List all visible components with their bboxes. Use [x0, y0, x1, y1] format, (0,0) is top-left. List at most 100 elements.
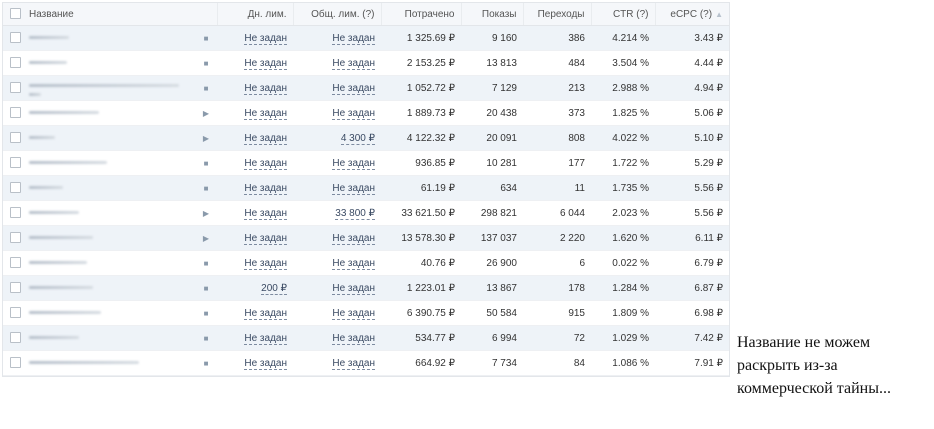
column-header-total-limit[interactable]: Общ. лим. (?) — [292, 3, 381, 26]
table-row[interactable]: ■ Не задан Не задан 936.85 ₽10 281 177 1.722 … — [3, 150, 729, 176]
daily-limit-link[interactable]: Не задан — [244, 32, 287, 45]
row-select-cell — [3, 175, 27, 201]
column-header-spent[interactable]: Потрачено — [380, 3, 461, 26]
total-limit-link[interactable]: Не задан — [332, 232, 375, 245]
sort-ascending-icon[interactable]: ▲ — [715, 10, 723, 19]
table-row[interactable]: ■ Не задан Не задан 664.92 ₽7 734 84 1.086 % 7… — [3, 350, 729, 376]
column-header-ctr[interactable]: CTR (?) — [590, 3, 655, 26]
play-icon[interactable]: ▶ — [195, 225, 217, 251]
clicks-cell: 11 — [523, 175, 591, 201]
play-icon[interactable]: ▶ — [195, 100, 217, 126]
stop-icon[interactable]: ■ — [195, 325, 217, 351]
total-limit-link[interactable]: Не задан — [332, 182, 375, 195]
stop-icon[interactable]: ■ — [195, 150, 217, 176]
table-row[interactable]: ▶ Не задан 33 800 ₽ 33 621.50 ₽298 821 6 044… — [3, 200, 729, 226]
stop-icon[interactable]: ■ — [195, 75, 217, 101]
row-checkbox[interactable] — [9, 182, 21, 194]
table-row[interactable]: ■ Не задан Не задан 1 052.72 ₽7 129 213 2.988… — [3, 75, 729, 101]
play-icon[interactable]: ▶ — [195, 125, 217, 151]
total-limit-link[interactable]: Не задан — [332, 332, 375, 345]
total-limit-link[interactable]: Не задан — [332, 307, 375, 320]
total-limit-link[interactable]: Не задан — [332, 57, 375, 70]
campaign-name-cell[interactable] — [27, 100, 195, 126]
stop-icon[interactable]: ■ — [195, 350, 217, 376]
daily-limit-link[interactable]: Не задан — [244, 182, 287, 195]
daily-limit-link[interactable]: Не задан — [244, 332, 287, 345]
table-row[interactable]: ■ Не задан Не задан 2 153.25 ₽13 813 484 3.50… — [3, 50, 729, 76]
stop-icon[interactable]: ■ — [195, 275, 217, 301]
daily-limit-link[interactable]: Не задан — [244, 307, 287, 320]
campaign-name-cell[interactable] — [27, 75, 195, 101]
row-checkbox[interactable] — [9, 232, 21, 244]
row-checkbox[interactable] — [9, 107, 21, 119]
daily-limit-link[interactable]: Не задан — [244, 57, 287, 70]
row-checkbox[interactable] — [9, 307, 21, 319]
campaigns-table: Название Дн. лим. Общ. лим. (?) Потрачен… — [3, 3, 729, 376]
ecpc-cell: 7.42 ₽ — [655, 325, 729, 351]
daily-limit-link[interactable]: Не задан — [244, 357, 287, 370]
column-header-name[interactable]: Название — [27, 3, 195, 26]
table-row[interactable]: ▶ Не задан Не задан 1 889.73 ₽20 438 373 1.82… — [3, 100, 729, 126]
campaign-name-cell[interactable] — [27, 325, 195, 351]
stop-icon[interactable]: ■ — [195, 300, 217, 326]
table-row[interactable]: ■ Не задан Не задан 61.19 ₽634 11 1.735 % 5.56… — [3, 175, 729, 201]
campaign-name-cell[interactable] — [27, 175, 195, 201]
table-row[interactable]: ■ Не задан Не задан 6 390.75 ₽50 584 915 1.80… — [3, 300, 729, 326]
campaign-name-cell[interactable] — [27, 25, 195, 51]
spent-cell: 1 325.69 ₽ — [381, 25, 461, 51]
campaign-name-cell[interactable] — [27, 250, 195, 276]
row-checkbox[interactable] — [9, 157, 21, 169]
campaign-name-cell[interactable] — [27, 150, 195, 176]
campaign-name-cell[interactable] — [27, 300, 195, 326]
table-row[interactable]: ■ Не задан Не задан 1 325.69 ₽9 160 386 4.214… — [3, 25, 729, 51]
select-all-checkbox[interactable] — [9, 8, 21, 20]
total-limit-link[interactable]: Не задан — [332, 257, 375, 270]
daily-limit-link[interactable]: Не задан — [244, 257, 287, 270]
campaign-name-cell[interactable] — [27, 50, 195, 76]
row-checkbox[interactable] — [9, 257, 21, 269]
row-checkbox[interactable] — [9, 332, 21, 344]
total-limit-link[interactable]: 4 300 ₽ — [340, 132, 375, 145]
column-header-clicks[interactable]: Переходы — [522, 3, 591, 26]
campaign-name-cell[interactable] — [27, 125, 195, 151]
table-row[interactable]: ■ Не задан Не задан 40.76 ₽26 900 6 0.022 % 6.… — [3, 250, 729, 276]
total-limit-link[interactable]: Не задан — [332, 82, 375, 95]
daily-limit-link[interactable]: Не задан — [244, 82, 287, 95]
campaign-name-cell[interactable] — [27, 200, 195, 226]
total-limit-link[interactable]: 33 800 ₽ — [335, 207, 375, 220]
table-row[interactable]: ■ Не задан Не задан 534.77 ₽6 994 72 1.029 % 7… — [3, 325, 729, 351]
stop-icon[interactable]: ■ — [195, 50, 217, 76]
total-limit-link[interactable]: Не задан — [332, 282, 375, 295]
row-checkbox[interactable] — [9, 207, 21, 219]
daily-limit-link[interactable]: Не задан — [244, 232, 287, 245]
campaign-name-cell[interactable] — [27, 350, 195, 376]
daily-limit-link[interactable]: Не задан — [244, 157, 287, 170]
daily-limit-link[interactable]: 200 ₽ — [261, 282, 287, 295]
daily-limit-link[interactable]: Не задан — [244, 132, 287, 145]
daily-limit-link[interactable]: Не задан — [244, 207, 287, 220]
row-checkbox[interactable] — [9, 57, 21, 69]
total-limit-link[interactable]: Не задан — [332, 157, 375, 170]
play-icon[interactable]: ▶ — [195, 200, 217, 226]
column-header-ecpc[interactable]: eCPC (?) ▲ — [654, 3, 729, 26]
campaign-name-cell[interactable] — [27, 275, 195, 301]
redacted-name-blur — [29, 336, 79, 340]
stop-icon[interactable]: ■ — [195, 250, 217, 276]
row-checkbox[interactable] — [9, 82, 21, 94]
daily-limit-link[interactable]: Не задан — [244, 107, 287, 120]
stop-icon[interactable]: ■ — [195, 25, 217, 51]
table-row[interactable]: ▶ Не задан Не задан 13 578.30 ₽137 037 2 220… — [3, 225, 729, 251]
row-checkbox[interactable] — [9, 282, 21, 294]
table-row[interactable]: ▶ Не задан 4 300 ₽ 4 122.32 ₽20 091 808 4.022… — [3, 125, 729, 151]
column-header-daily-limit[interactable]: Дн. лим. — [216, 3, 293, 26]
column-header-impressions[interactable]: Показы — [460, 3, 523, 26]
stop-icon[interactable]: ■ — [195, 175, 217, 201]
campaign-name-cell[interactable] — [27, 225, 195, 251]
row-checkbox[interactable] — [9, 132, 21, 144]
total-limit-link[interactable]: Не задан — [332, 107, 375, 120]
row-checkbox[interactable] — [9, 357, 21, 369]
total-limit-link[interactable]: Не задан — [332, 32, 375, 45]
table-row[interactable]: ■ 200 ₽ Не задан 1 223.01 ₽13 867 178 1.284 %… — [3, 275, 729, 301]
total-limit-link[interactable]: Не задан — [332, 357, 375, 370]
row-checkbox[interactable] — [9, 32, 21, 44]
